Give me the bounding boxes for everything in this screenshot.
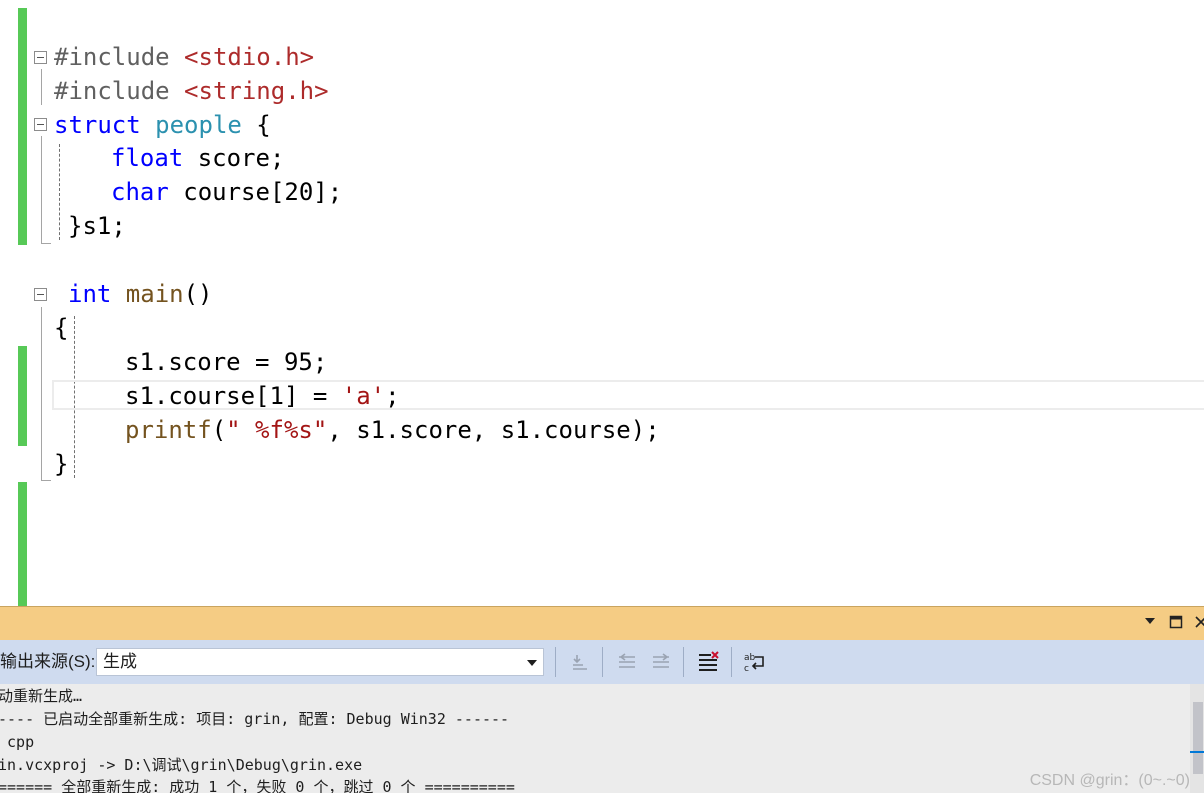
collapse-include-icon[interactable] — [34, 51, 47, 64]
toolbar-separator — [731, 647, 732, 677]
code-token: int — [68, 280, 126, 308]
code-token: course[20]; — [168, 178, 343, 206]
output-line: ---- 已启动全部重新生成: 项目: grin, 配置: Debug Win3… — [0, 710, 510, 728]
code-token: main — [125, 280, 184, 308]
code-line: s1.course[1] = 'a'; — [125, 379, 400, 413]
code-token: struct — [54, 111, 156, 139]
change-bar — [18, 8, 27, 245]
code-token: float — [111, 144, 184, 172]
code-line: s1.score = 95; — [125, 345, 327, 379]
outline-line — [41, 243, 51, 244]
code-line: #include <string.h> — [54, 74, 329, 108]
change-bar — [18, 346, 27, 446]
code-token: <stdio.h> — [184, 43, 315, 71]
previous-message-icon[interactable] — [614, 649, 640, 675]
clear-all-icon[interactable] — [695, 649, 721, 675]
output-source-label: 输出来源(S): — [0, 652, 96, 671]
code-token: 'a' — [341, 382, 386, 410]
code-token: { — [54, 314, 69, 342]
svg-text:ab: ab — [744, 653, 756, 663]
collapse-struct-icon[interactable] — [34, 118, 47, 131]
code-token: }s1; — [68, 212, 126, 240]
scrollbar-marker — [1190, 751, 1204, 753]
code-line: { — [54, 311, 68, 345]
close-icon[interactable] — [1193, 615, 1204, 631]
code-token: , s1.score, s1.course); — [327, 416, 660, 444]
code-token: { — [241, 111, 271, 139]
output-panel-title-bar — [0, 606, 1204, 640]
outline-line — [41, 69, 42, 105]
change-bar — [18, 482, 27, 606]
code-token: () — [183, 280, 213, 308]
output-line: ====== 全部重新生成: 成功 1 个，失败 0 个，跳过 0 个 ====… — [0, 778, 515, 793]
output-scrollbar[interactable] — [1190, 684, 1204, 793]
code-token: <string.h> — [184, 77, 329, 105]
code-line: #include <stdio.h> — [54, 40, 314, 74]
output-source-value: 生成 — [103, 652, 137, 671]
next-message-icon[interactable] — [648, 649, 674, 675]
toolbar-separator — [602, 647, 603, 677]
code-line: } — [54, 447, 68, 481]
output-line: cpp — [0, 733, 35, 751]
outline-line — [41, 307, 42, 480]
output-source-select[interactable]: 生成 — [96, 648, 544, 676]
code-token: char — [111, 178, 169, 206]
code-editor[interactable]: #include <stdio.h> #include <string.h> s… — [0, 0, 1204, 606]
watermark: CSDN @grin：(0~.~0) — [1029, 772, 1190, 789]
word-wrap-icon[interactable]: ab c — [742, 649, 768, 675]
output-toolbar: 输出来源(S): 生成 ab c — [0, 640, 1204, 684]
chevron-down-icon — [527, 660, 537, 666]
output-text-area[interactable]: 动重新生成… ---- 已启动全部重新生成: 项目: grin, 配置: Deb… — [0, 684, 1204, 793]
output-line: in.vcxproj -> D:\调试\grin\Debug\grin.exe — [0, 756, 363, 774]
code-token: #include — [54, 43, 185, 71]
code-token: ( — [211, 416, 227, 444]
goto-message-icon[interactable] — [567, 649, 593, 675]
code-token: #include — [54, 77, 185, 105]
collapse-main-icon[interactable] — [34, 288, 47, 301]
code-line: struct people { — [54, 108, 271, 142]
code-token: s1.course[1] = — [125, 382, 342, 410]
code-line: int main() — [68, 277, 213, 311]
code-token: people — [155, 111, 242, 139]
code-token: } — [54, 450, 69, 478]
outline-line — [41, 480, 51, 481]
output-panel: 输出来源(S): 生成 ab c 动重新生成… ---- 已启动全部重新生成: 项… — [0, 606, 1204, 793]
code-line: float score; — [111, 141, 284, 175]
code-token: " %f%s" — [226, 416, 328, 444]
code-token: printf — [125, 416, 212, 444]
scrollbar-thumb[interactable] — [1193, 702, 1203, 774]
code-line: }s1; — [68, 209, 126, 243]
outline-line — [41, 136, 42, 243]
code-token: s1.score = 95; — [125, 348, 328, 376]
code-token: ; — [385, 382, 400, 410]
toolbar-separator — [555, 647, 556, 677]
svg-text:c: c — [744, 664, 749, 673]
dropdown-arrow-icon[interactable] — [1142, 615, 1158, 631]
code-line: char course[20]; — [111, 175, 342, 209]
code-line: printf(" %f%s", s1.score, s1.course); — [125, 413, 660, 447]
indent-guide — [59, 144, 60, 240]
toolbar-separator — [683, 647, 684, 677]
code-token: score; — [183, 144, 285, 172]
output-line: 动重新生成… — [0, 687, 83, 705]
maximize-icon[interactable] — [1168, 615, 1184, 631]
